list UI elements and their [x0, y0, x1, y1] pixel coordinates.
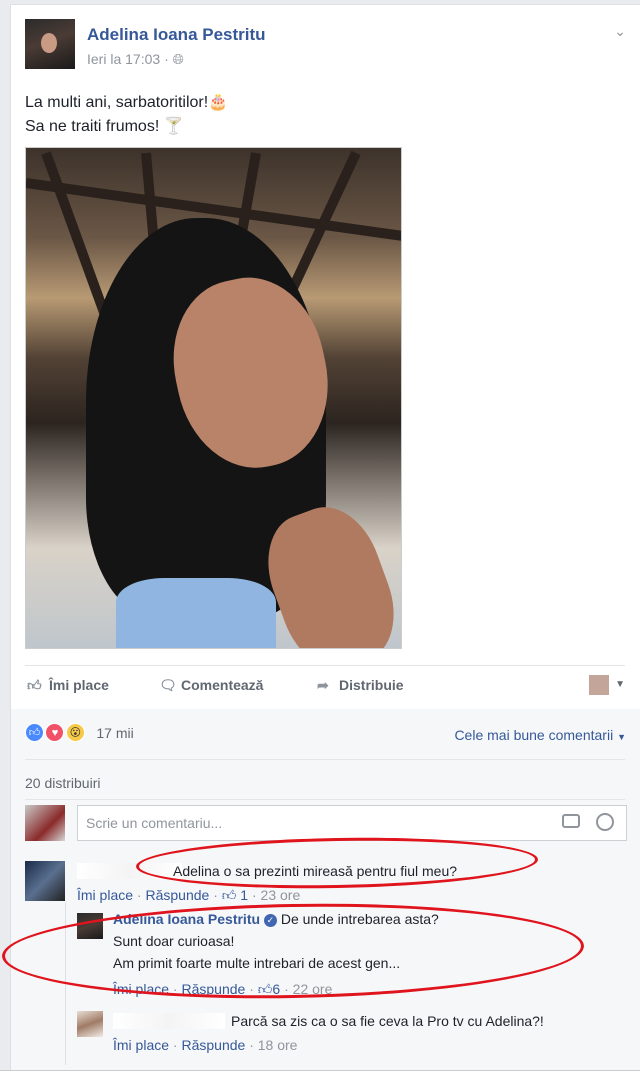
- reply-actions: Îmi place · Răspunde · 18 ore: [113, 1037, 297, 1053]
- author-name[interactable]: Adelina Ioana Pestritu: [87, 25, 266, 45]
- commenter-avatar[interactable]: [25, 861, 65, 901]
- post-photo[interactable]: [25, 147, 402, 649]
- comment-input[interactable]: Scrie un comentariu...: [77, 805, 627, 841]
- author-avatar[interactable]: [25, 19, 75, 69]
- like-button[interactable]: 👍︎ Îmi place: [27, 677, 109, 694]
- wow-icon: 😮︎: [65, 723, 85, 742]
- separator: ·: [248, 887, 261, 903]
- globe-icon: 🌐︎: [172, 51, 184, 67]
- separator: ·: [169, 1037, 182, 1053]
- page-bottom-bar: [0, 1070, 640, 1080]
- post-text-line2: Sa ne traiti frumos!: [25, 118, 160, 135]
- reply-like-link[interactable]: Îmi place: [113, 1037, 169, 1053]
- thumbs-up-icon: 👍︎: [221, 887, 237, 903]
- separator: ·: [209, 887, 222, 903]
- post-meta: Ieri la 17:03 · 🌐︎: [87, 51, 184, 68]
- comment-like-link[interactable]: Îmi place: [77, 887, 133, 903]
- reply-text: Parcă sa zis ca o sa fie ceva la Pro tv …: [231, 1013, 544, 1029]
- separator: ·: [133, 887, 146, 903]
- post-actions: 👍︎ Îmi place 🗨︎ Comentează ➦ Distribuie ▼: [25, 669, 625, 701]
- post-time[interactable]: Ieri la 17:03: [87, 51, 160, 67]
- reply-time[interactable]: 18 ore: [258, 1037, 298, 1053]
- divider: [25, 759, 625, 760]
- comment-icon: 🗨︎: [159, 677, 177, 693]
- post-text: La multi ani, sarbatoritilor!🎂 Sa ne tra…: [25, 91, 228, 139]
- caret-down-icon: ▼: [617, 732, 626, 742]
- separator: ·: [164, 51, 173, 67]
- like-icon: 👍︎: [25, 723, 44, 742]
- share-icon: ➦: [317, 677, 329, 693]
- camera-icon[interactable]: [562, 814, 580, 828]
- love-icon: ♥: [45, 723, 65, 742]
- comment-time[interactable]: 23 ore: [261, 887, 301, 903]
- current-user-avatar: [25, 805, 65, 841]
- comment-like-count[interactable]: 1: [240, 887, 248, 903]
- divider: [25, 665, 625, 666]
- comment-actions: Îmi place · Răspunde · 👍︎ 1 · 23 ore: [77, 887, 300, 904]
- cocktail-emoji: 🍸: [163, 118, 184, 135]
- reply-reply-link[interactable]: Răspunde: [181, 1037, 245, 1053]
- share-label: Distribuie: [339, 677, 404, 693]
- share-as-avatar[interactable]: [589, 675, 609, 695]
- share-button[interactable]: ➦ Distribuie: [317, 677, 404, 694]
- reply-name-redacted: xxxxxxxxxxxxxxxx: [113, 1013, 225, 1029]
- reply-author-avatar[interactable]: [77, 1011, 103, 1037]
- chevron-down-icon[interactable]: ⌄: [614, 23, 626, 40]
- comment-reply-link[interactable]: Răspunde: [145, 887, 209, 903]
- cake-emoji: 🎂: [208, 94, 229, 111]
- sort-label: Cele mai bune comentarii: [454, 727, 614, 743]
- comment-placeholder: Scrie un comentariu...: [86, 815, 223, 831]
- like-label: Îmi place: [49, 677, 109, 693]
- post-text-line1: La multi ani, sarbatoritilor!: [25, 94, 209, 111]
- comment-button[interactable]: 🗨︎ Comentează: [159, 677, 263, 694]
- thumbs-up-icon: 👍︎: [27, 677, 42, 693]
- separator: ·: [245, 1037, 258, 1053]
- reactions-summary[interactable]: 👍︎ ♥ 😮︎ 17 mii: [25, 723, 134, 742]
- divider: [25, 799, 625, 800]
- photo-shirt: [116, 578, 276, 648]
- share-count[interactable]: 20 distribuiri: [25, 775, 100, 791]
- comment-label: Comentează: [181, 677, 264, 693]
- caret-down-icon[interactable]: ▼: [615, 679, 625, 690]
- emoji-icon[interactable]: [596, 813, 614, 831]
- reaction-count: 17 mii: [96, 724, 134, 741]
- reply-author-redacted: xxxxxxxxxxxxxxxx: [113, 1013, 225, 1029]
- comment-sort-dropdown[interactable]: Cele mai bune comentarii ▼: [454, 727, 626, 743]
